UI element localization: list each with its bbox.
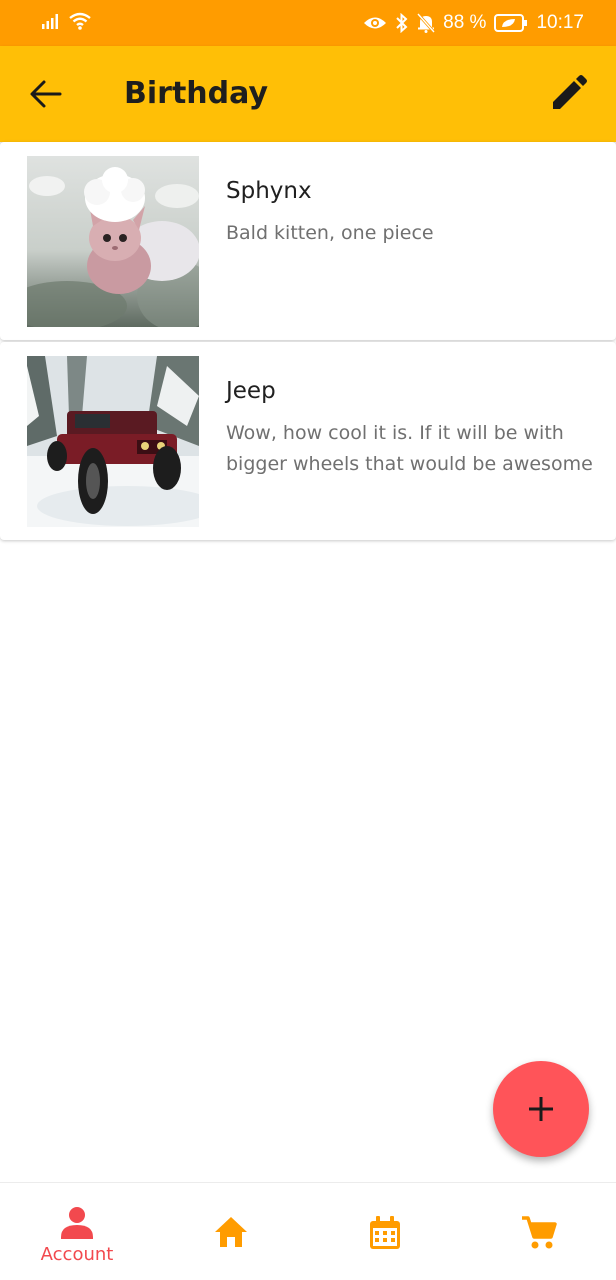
item-title: Sphynx [226, 178, 312, 204]
back-button[interactable] [26, 74, 66, 114]
status-bar: 88 % 10:17 [0, 0, 616, 46]
nav-label-account: Account [40, 1244, 114, 1265]
nav-item-home[interactable] [154, 1183, 308, 1280]
arrow-left-icon [30, 80, 62, 108]
app-bar: Birthday [0, 46, 616, 142]
list-item[interactable]: Sphynx Bald kitten, one piece [0, 142, 616, 340]
bottom-navigation: Account [0, 1182, 616, 1280]
sphynx-kitten-photo [27, 156, 199, 327]
battery-icon [494, 14, 528, 32]
home-icon [215, 1217, 247, 1247]
bluetooth-icon [396, 13, 408, 33]
eye-icon [364, 17, 387, 29]
item-title: Jeep [226, 378, 276, 404]
calendar-icon [370, 1216, 400, 1249]
battery-percent: 88 % [443, 12, 487, 33]
person-icon [61, 1207, 93, 1239]
bell-off-icon [417, 13, 436, 33]
pencil-icon [553, 75, 587, 109]
cart-icon [522, 1216, 557, 1249]
nav-item-cart[interactable] [462, 1183, 616, 1280]
wifi-icon [69, 12, 91, 30]
nav-item-calendar[interactable] [308, 1183, 462, 1280]
item-description: Bald kitten, one piece [226, 222, 434, 244]
nav-item-account[interactable]: Account [0, 1183, 154, 1280]
add-item-button[interactable] [493, 1061, 589, 1157]
plus-icon [529, 1097, 553, 1121]
jeep-in-snow-photo [27, 356, 199, 527]
item-description: Wow, how cool it is. If it will be with … [226, 422, 593, 475]
edit-button[interactable] [548, 74, 588, 114]
signal-icon [42, 14, 58, 29]
list-item[interactable]: Jeep Wow, how cool it is. If it will be … [0, 342, 616, 540]
page-title: Birthday [124, 76, 268, 111]
clock: 10:17 [536, 12, 584, 33]
